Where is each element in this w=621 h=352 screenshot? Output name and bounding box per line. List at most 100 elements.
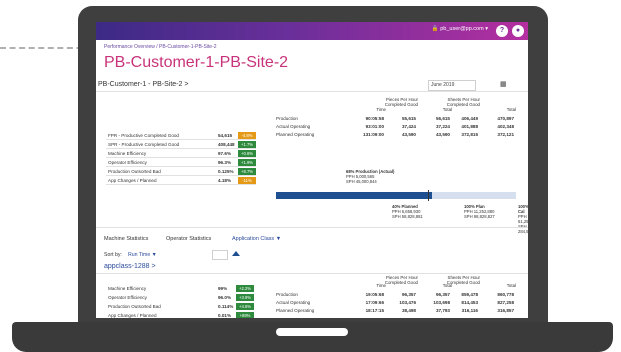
cell-value: 38,498	[401, 308, 416, 313]
page-title: PB-Customer-1-PB-Site-2	[104, 54, 289, 71]
cell-value: 90:05:58	[365, 116, 384, 121]
column-header: Sheets Per Hour Completed Good	[446, 97, 480, 107]
row-label: Planned Operating	[276, 132, 315, 137]
progress-note-line: SPH 58,828,881	[392, 214, 423, 219]
row-divider	[106, 184, 256, 185]
progress-note-line: PPH 61,25	[518, 214, 528, 224]
laptop-base	[12, 322, 613, 352]
column-header: Total	[506, 283, 516, 288]
sort-by-select[interactable]: Run Time ▼	[128, 252, 157, 258]
date-picker[interactable]: June 2019	[428, 80, 476, 91]
row-label: Actual Operating	[276, 300, 311, 305]
app-kpi-row: Operator Efficiency 96.0% +3.9%	[106, 293, 266, 302]
sort-direction-box[interactable]	[212, 250, 228, 260]
user-menu[interactable]: 🔒 pb_user@pp.com ▾	[432, 26, 488, 32]
kpi-label: App Changes / Planned	[108, 313, 157, 318]
cell-value: 402,348	[497, 124, 514, 129]
column-header: Sheets Per Hour Completed Good	[446, 275, 480, 285]
cell-value: 316,116	[461, 308, 478, 313]
progress-note: 100% CalPPH 61,25SPH 284,52	[518, 204, 528, 234]
cell-value: 814,453	[461, 300, 478, 305]
progress-note-line: SPH 284,52	[518, 224, 528, 234]
cell-value: 17:09:66	[365, 300, 384, 305]
help-icon[interactable]: ?	[496, 25, 508, 37]
cell-value: 372,121	[497, 132, 514, 137]
row-label: Production	[276, 116, 298, 121]
app-class-heading[interactable]: appclass-1288 >	[104, 263, 156, 270]
cell-value: 859,478	[461, 292, 478, 297]
sort-by-label: Sort by:	[104, 252, 122, 258]
user-circle-icon[interactable]: ●	[512, 25, 524, 37]
row-label: Production	[276, 292, 298, 297]
kpi-label: Operator Efficiency	[108, 295, 147, 300]
app-kpi-row: Production Outsorted Bad 0.114% +4.6%	[106, 302, 266, 311]
cell-value: 131:09:00	[363, 132, 384, 137]
cell-value: 401,888	[461, 124, 478, 129]
progress-note-line: 100% Cal	[518, 204, 528, 214]
kpi-value: 0.114%	[218, 304, 234, 309]
cell-value: 406,449	[461, 116, 478, 121]
sort-value: Run Time	[128, 252, 151, 258]
app-kpi-row: App Changes / Planned 0.01% +89%	[106, 311, 266, 318]
actual-production-note: 68% Production (Actual) PPH 5,000,565 SP…	[346, 169, 394, 184]
trend-badge: +1.9%	[238, 159, 256, 166]
progress-marker	[428, 190, 429, 201]
cell-value: 372,815	[461, 132, 478, 137]
cell-value: 37,424	[401, 124, 416, 129]
tab-label: Application Class	[232, 236, 275, 242]
tab-operator-statistics[interactable]: Operator Statistics	[166, 236, 211, 242]
trend-badge: +0.6%	[238, 150, 256, 157]
kpi-value: 99%	[218, 286, 228, 291]
trend-badge: +8.7%	[238, 168, 256, 175]
laptop-notch	[276, 328, 348, 336]
production-progress-bar	[276, 192, 516, 199]
kpi-label: Machine Efficiency	[108, 286, 147, 291]
progress-note-line: SPH 98,828,827	[464, 214, 495, 219]
trend-badge: +3.9%	[236, 294, 254, 301]
kpi-label: Production Outsorted Bad	[108, 304, 161, 309]
divider	[96, 273, 528, 274]
trend-badge: +2.2%	[236, 285, 254, 292]
tab-application-class[interactable]: Application Class ▼	[232, 236, 281, 242]
trend-badge: -11%	[238, 177, 256, 184]
cell-value: 96,357	[401, 292, 416, 297]
trend-badge: -4.8%	[238, 132, 256, 139]
cell-value: 860,778	[497, 292, 514, 297]
progress-fill	[276, 192, 432, 199]
chevron-up-icon[interactable]	[232, 251, 240, 256]
divider	[96, 227, 528, 228]
progress-note: 40% Planned PPH 6,658,930 SPH 58,828,881	[392, 204, 423, 219]
column-header: Total	[442, 107, 452, 112]
cell-value: 103,476	[399, 300, 416, 305]
calendar-icon[interactable]: ▦	[500, 80, 507, 88]
app-kpi-row: Machine Efficiency 99% +2.2%	[106, 284, 266, 293]
kpi-value: 96.0%	[218, 295, 232, 300]
row-label: Actual Operating	[276, 124, 311, 129]
cell-value: 93:01:00	[365, 124, 384, 129]
kpi-value: 0.01%	[218, 313, 232, 318]
breadcrumb[interactable]: Performance Overview / PB-Customer-1-PB-…	[104, 44, 217, 50]
site-selector[interactable]: PB-Customer-1 - PB-Site-2 >	[98, 81, 188, 88]
column-header: Pieces Per Hour Completed Good	[384, 275, 418, 285]
cell-value: 19:05:68	[365, 292, 384, 297]
cell-value: 43,590	[401, 132, 416, 137]
trend-badge: +1.7%	[238, 141, 256, 148]
progress-note: 100% Plan PPH 11,252,880 SPH 98,828,827	[464, 204, 495, 219]
cell-value: 470,897	[497, 116, 514, 121]
user-email: pb_user@pp.com	[440, 26, 484, 32]
tab-machine-statistics[interactable]: Machine Statistics	[104, 236, 148, 242]
column-header: Pieces Per Hour Completed Good	[384, 97, 418, 107]
cell-value: 827,258	[497, 300, 514, 305]
cell-value: 55,615	[401, 116, 416, 121]
top-bar: 🔒 pb_user@pp.com ▾ ? ●	[96, 22, 528, 40]
trend-badge: +4.6%	[236, 303, 254, 310]
column-header: Time	[376, 107, 386, 112]
cell-value: 316,857	[497, 308, 514, 313]
divider	[96, 91, 528, 92]
row-label: Planned Operating	[276, 308, 315, 313]
trend-badge: +89%	[236, 312, 254, 318]
column-header: Total	[506, 107, 516, 112]
actual-note-line: SPH 45,000,844	[346, 179, 377, 184]
dashboard-screen: 🔒 pb_user@pp.com ▾ ? ● Performance Overv…	[96, 22, 528, 318]
cell-value: 18:17:15	[365, 308, 384, 313]
